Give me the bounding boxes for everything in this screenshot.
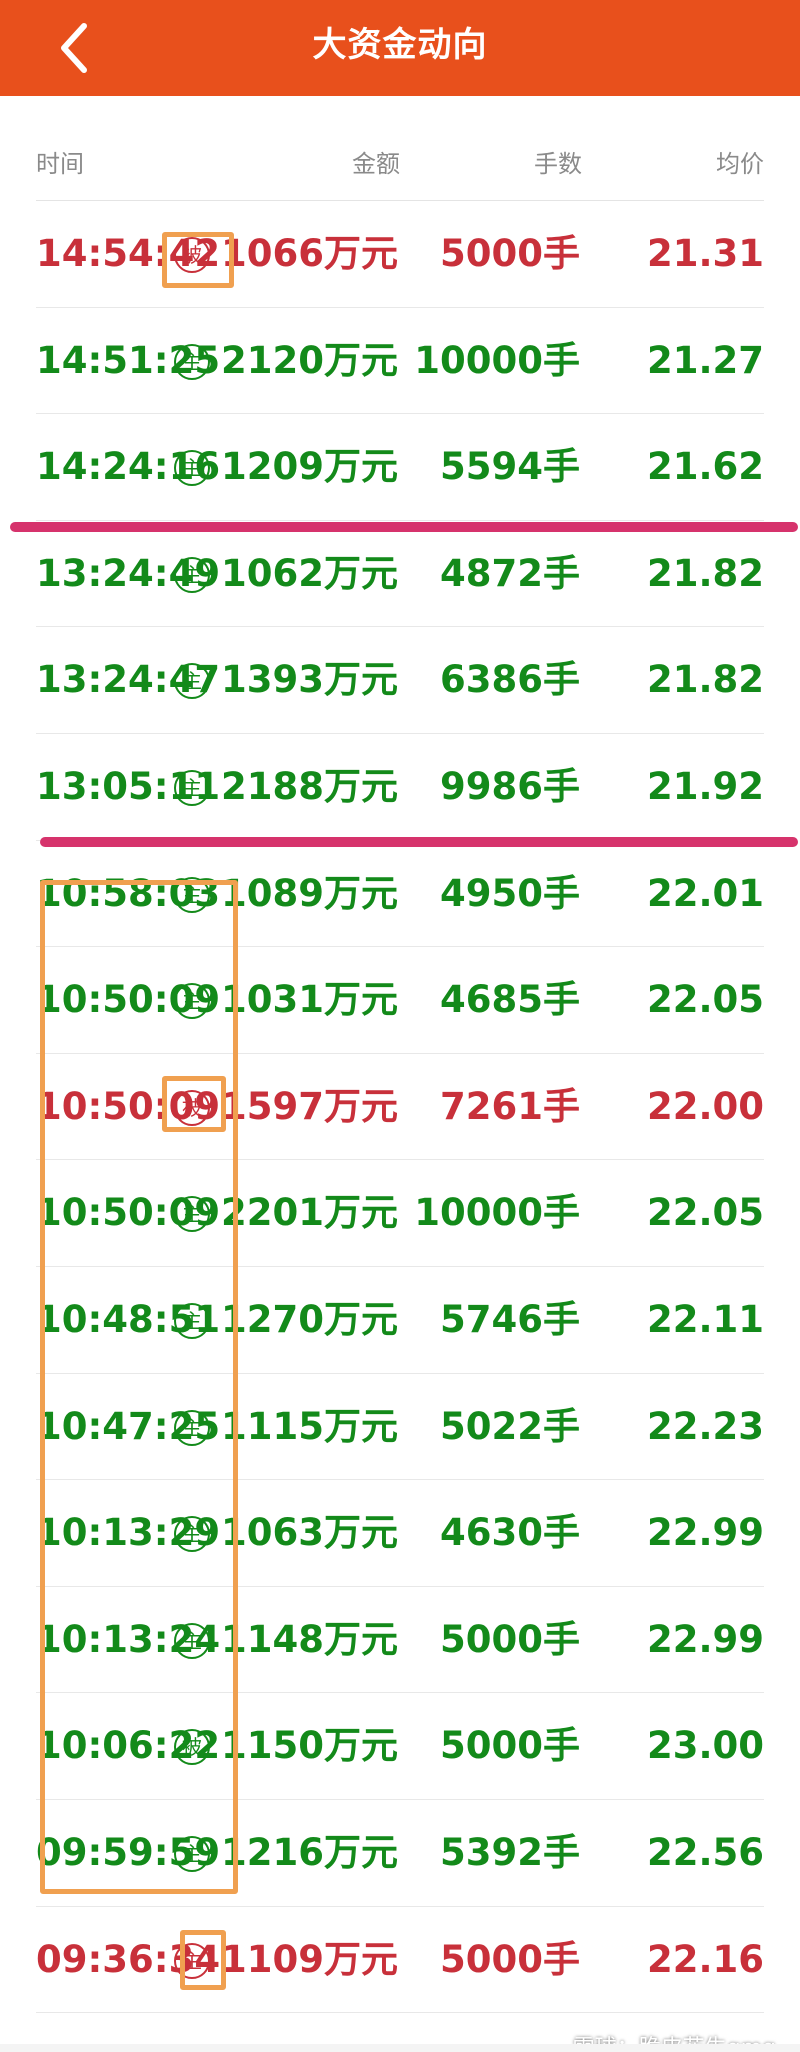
column-header-time: 时间: [36, 150, 84, 178]
trade-avg-price: 22.16: [646, 1937, 764, 1981]
trade-lots: 4630手: [440, 1511, 580, 1555]
trade-avg-price: 21.82: [646, 551, 764, 595]
trade-lots: 7261手: [440, 1084, 580, 1128]
trade-amount: 1062万元: [221, 551, 398, 595]
trade-lots: 4950手: [440, 871, 580, 915]
trade-avg-price: 23.00: [646, 1724, 764, 1768]
trade-lots: 5392手: [440, 1830, 580, 1874]
column-header-lots: 手数: [534, 150, 582, 178]
trade-amount: 1031万元: [221, 978, 398, 1022]
trade-avg-price: 21.31: [646, 232, 764, 275]
trade-amount: 1066万元: [221, 232, 398, 275]
trade-amount: 1150万元: [221, 1724, 398, 1768]
trade-lots: 9986手: [440, 764, 580, 808]
trade-lots: 5022手: [440, 1404, 580, 1448]
trade-amount: 1063万元: [221, 1511, 398, 1555]
trade-row[interactable]: 14:51:25 主 2120万元 10000手 21.27: [0, 308, 800, 415]
trade-lots: 5746手: [440, 1297, 580, 1341]
trade-lots: 5000手: [440, 1937, 580, 1981]
trade-row[interactable]: 13:05:11 主 2188万元 9986手 21.92: [0, 734, 800, 841]
annotation-box-1: [162, 232, 234, 288]
annotation-line-1: [10, 522, 798, 532]
trade-amount: 1209万元: [221, 445, 398, 489]
trade-lots: 10000手: [414, 1191, 580, 1235]
trade-avg-price: 22.99: [646, 1617, 764, 1661]
trade-lots: 5000手: [440, 1617, 580, 1661]
trade-amount: 1216万元: [221, 1830, 398, 1874]
annotation-line-2: [40, 837, 798, 847]
trade-amount: 1393万元: [221, 658, 398, 702]
trade-amount: 2201万元: [221, 1191, 398, 1235]
column-header: 时间 金额 手数 均价: [0, 96, 800, 201]
trade-amount: 1597万元: [221, 1084, 398, 1128]
trade-row[interactable]: 09:36:34 主 1109万元 5000手 22.16: [0, 1907, 800, 2014]
top-bar: 大资金动向: [0, 0, 800, 96]
trade-lots: 4685手: [440, 978, 580, 1022]
trade-lots: 10000手: [414, 338, 580, 382]
trade-amount: 2188万元: [221, 764, 398, 808]
trade-row[interactable]: 13:24:47 主 1393万元 6386手 21.82: [0, 627, 800, 734]
bottom-strip: [0, 2044, 800, 2052]
trade-type-badge: 主: [174, 769, 210, 806]
trade-amount: 1148万元: [221, 1617, 398, 1661]
trade-avg-price: 22.11: [646, 1297, 764, 1341]
trade-avg-price: 21.92: [646, 764, 764, 808]
trade-avg-price: 22.05: [646, 1191, 764, 1235]
trade-lots: 5000手: [440, 232, 580, 275]
trade-amount: 1089万元: [221, 871, 398, 915]
annotation-box-2: [40, 880, 238, 1894]
trade-row[interactable]: 14:24:16 主 1209万元 5594手 21.62: [0, 414, 800, 521]
page-title: 大资金动向: [312, 25, 488, 65]
trade-avg-price: 22.05: [646, 978, 764, 1022]
trade-type-badge: 主: [174, 343, 210, 380]
trade-lots: 5594手: [440, 445, 580, 489]
annotation-box-4: [180, 1930, 226, 1990]
column-header-amount: 金额: [352, 150, 400, 178]
trade-row[interactable]: 14:54:42 被 1066万元 5000手 21.31: [0, 201, 800, 308]
trade-avg-price: 22.56: [646, 1830, 764, 1874]
trade-row[interactable]: 13:24:49 主 1062万元 4872手 21.82: [0, 521, 800, 628]
trade-type-badge: 主: [174, 556, 210, 593]
trade-avg-price: 21.62: [646, 445, 764, 489]
trade-lots: 4872手: [440, 551, 580, 595]
trade-avg-price: 21.27: [646, 338, 764, 382]
trade-amount: 1270万元: [221, 1297, 398, 1341]
annotation-box-3: [162, 1076, 226, 1132]
trade-avg-price: 22.01: [646, 871, 764, 915]
trade-avg-price: 22.00: [646, 1084, 764, 1128]
trade-amount: 2120万元: [221, 338, 398, 382]
trade-avg-price: 21.82: [646, 658, 764, 702]
trade-avg-price: 22.99: [646, 1511, 764, 1555]
trade-lots: 6386手: [440, 658, 580, 702]
column-header-avg-price: 均价: [716, 150, 764, 178]
trade-amount: 1115万元: [221, 1404, 398, 1448]
trade-lots: 5000手: [440, 1724, 580, 1768]
trade-avg-price: 22.23: [646, 1404, 764, 1448]
trade-type-badge: 主: [174, 450, 210, 487]
trade-amount: 1109万元: [221, 1937, 398, 1981]
